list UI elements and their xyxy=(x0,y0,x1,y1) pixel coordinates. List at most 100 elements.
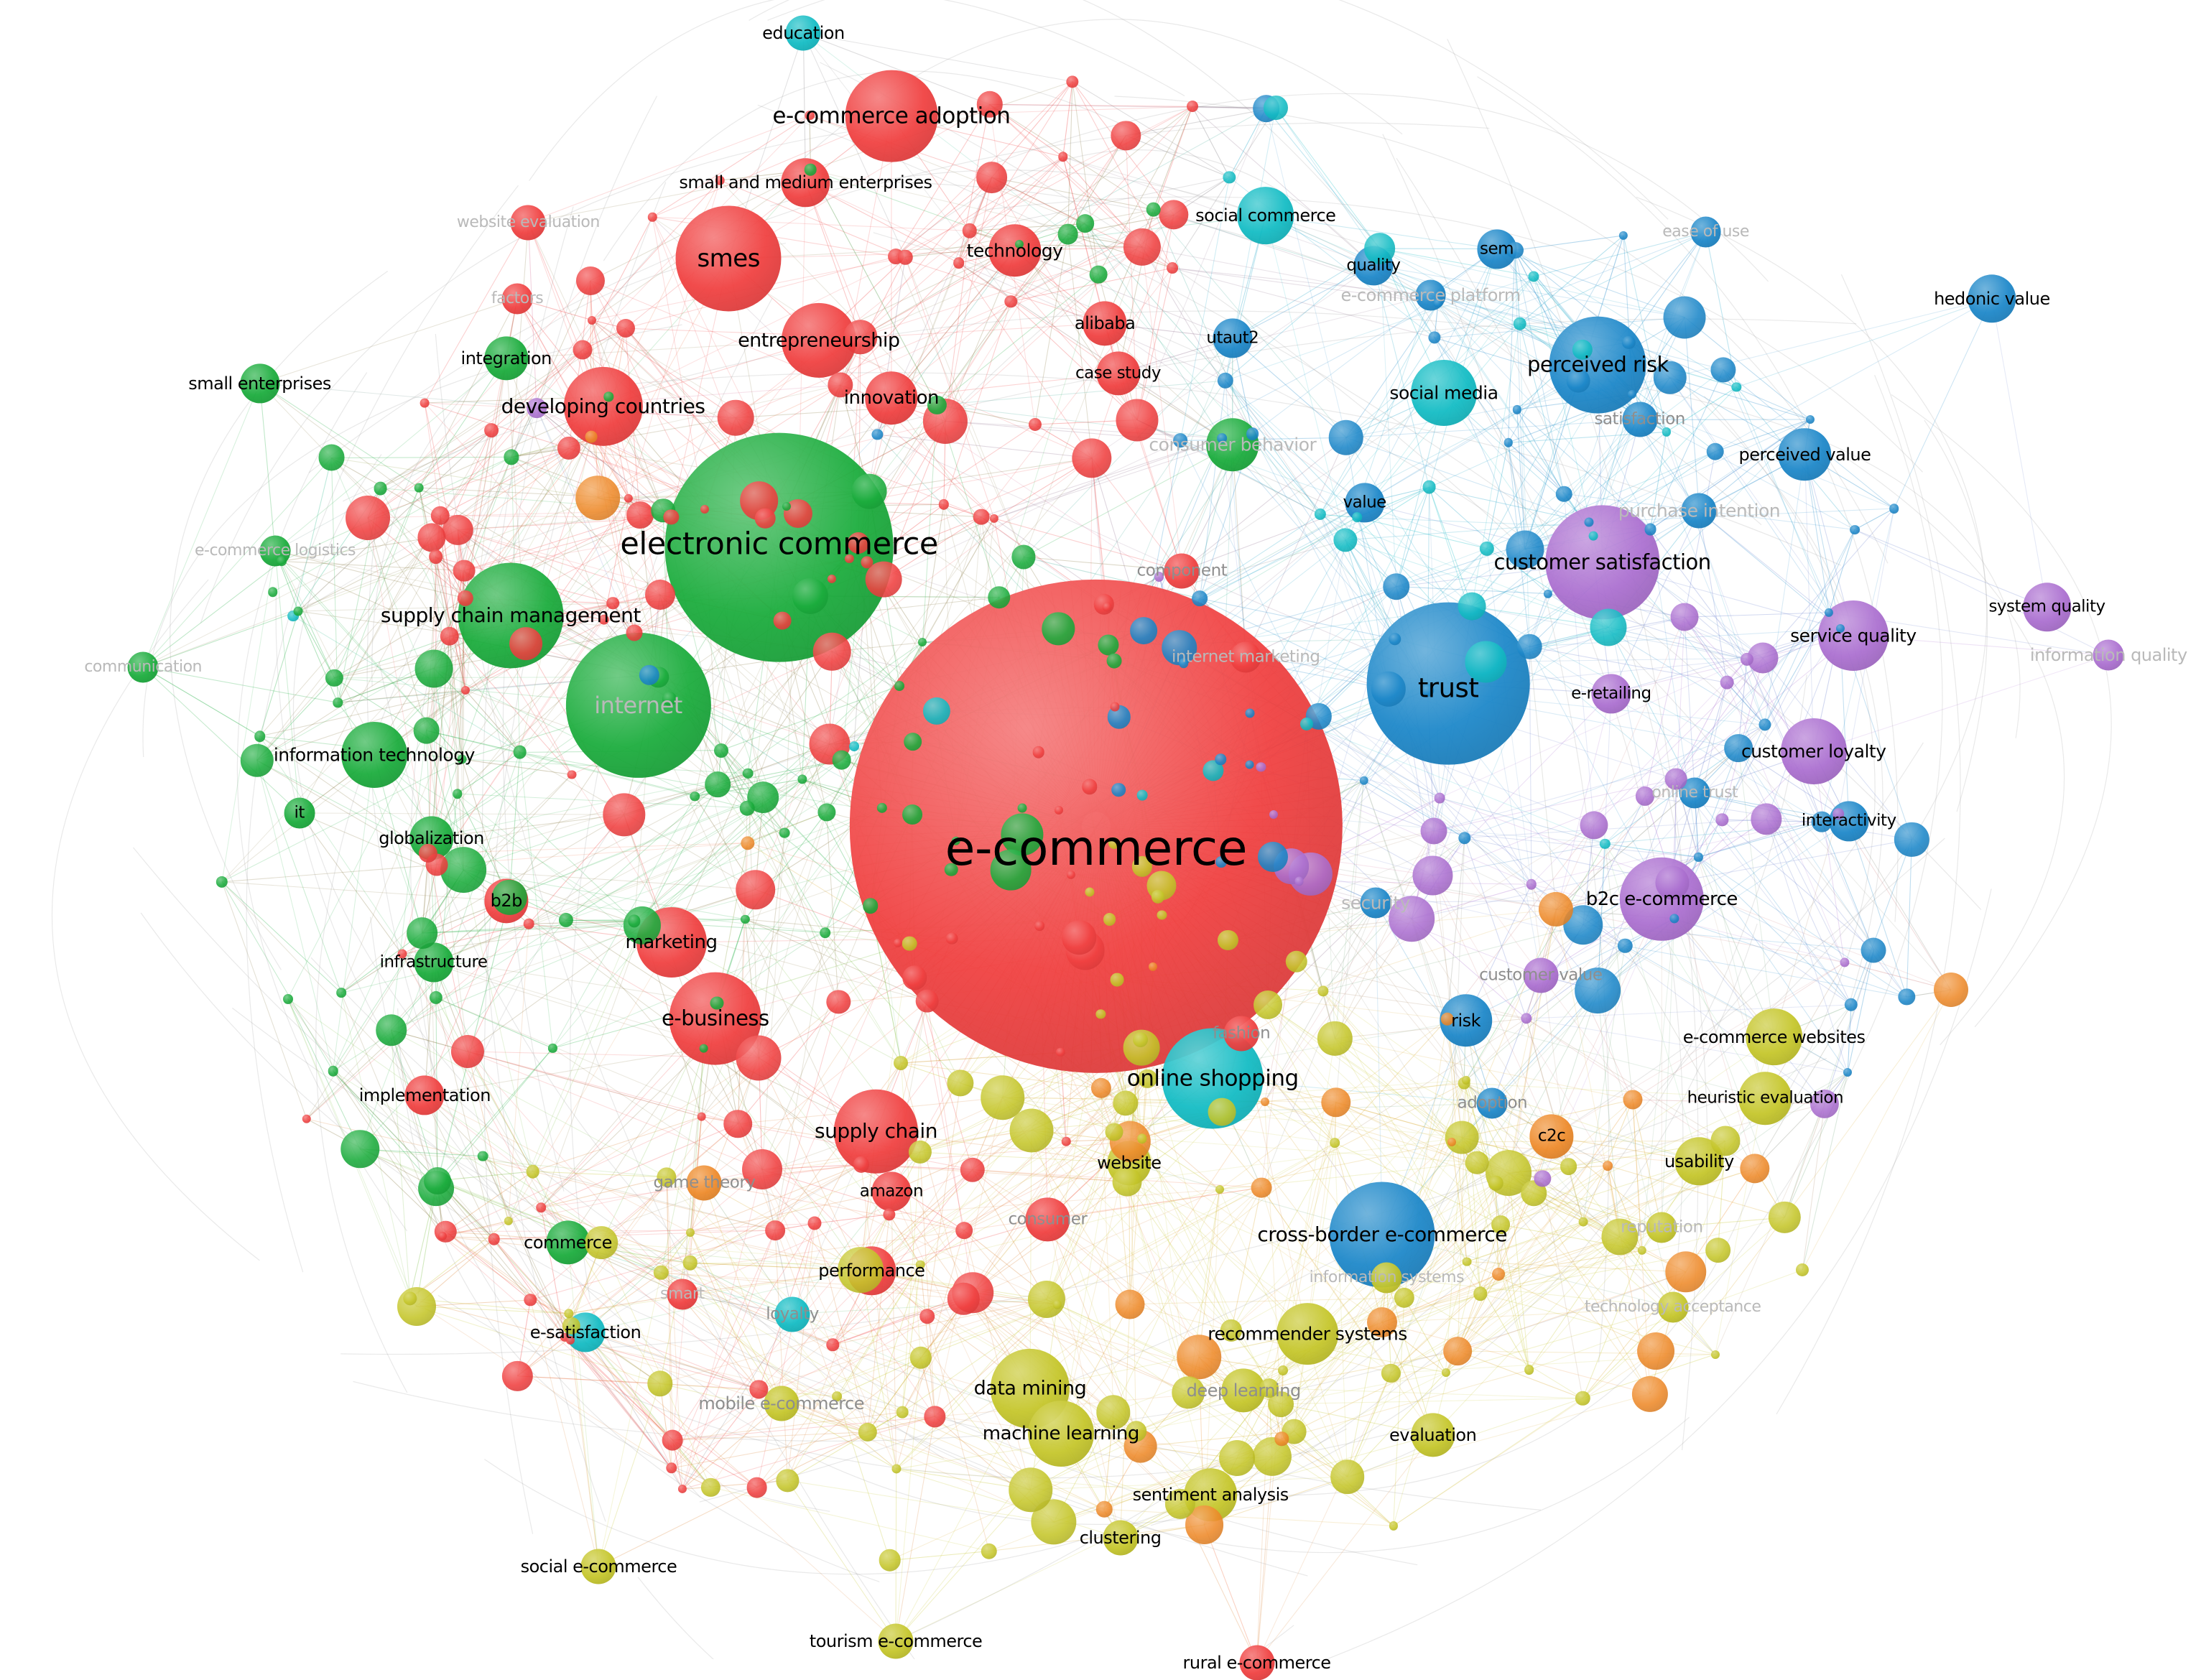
keyword-node-minor[interactable] xyxy=(558,913,573,927)
keyword-node[interactable] xyxy=(1224,1016,1259,1052)
keyword-node-minor[interactable] xyxy=(1413,856,1452,896)
keyword-node-minor[interactable] xyxy=(1172,1376,1205,1408)
keyword-node-minor[interactable] xyxy=(736,870,776,910)
keyword-node[interactable] xyxy=(1026,1197,1070,1241)
keyword-node-minor[interactable] xyxy=(294,606,303,616)
keyword-node-minor[interactable] xyxy=(1115,1289,1144,1319)
keyword-node-minor[interactable] xyxy=(1098,634,1119,655)
keyword-node-minor[interactable] xyxy=(1330,1459,1365,1494)
keyword-node-minor[interactable] xyxy=(1706,442,1724,460)
keyword-node-minor[interactable] xyxy=(1840,957,1849,967)
keyword-node-minor[interactable] xyxy=(1517,634,1542,659)
keyword-node-minor[interactable] xyxy=(484,423,499,437)
keyword-node-minor[interactable] xyxy=(1066,75,1078,88)
keyword-node[interactable] xyxy=(786,16,821,51)
keyword-node-minor[interactable] xyxy=(1028,1281,1065,1318)
keyword-node-minor[interactable] xyxy=(918,638,927,646)
keyword-node-minor[interactable] xyxy=(1217,433,1227,443)
keyword-node-minor[interactable] xyxy=(1352,512,1362,522)
keyword-node-minor[interactable] xyxy=(833,1391,843,1401)
keyword-node-minor[interactable] xyxy=(1009,1108,1053,1152)
keyword-node-minor[interactable] xyxy=(440,848,486,894)
keyword-node[interactable] xyxy=(1781,718,1847,784)
keyword-node-minor[interactable] xyxy=(1567,369,1590,393)
keyword-node[interactable] xyxy=(581,1549,616,1584)
keyword-node-minor[interactable] xyxy=(1428,332,1440,344)
keyword-node-minor[interactable] xyxy=(705,771,731,797)
keyword-node[interactable] xyxy=(546,1221,590,1265)
keyword-node-minor[interactable] xyxy=(626,624,642,641)
keyword-node-minor[interactable] xyxy=(852,474,887,509)
keyword-node-minor[interactable] xyxy=(1113,1090,1138,1115)
keyword-node-minor[interactable] xyxy=(1062,920,1097,955)
keyword-node-minor[interactable] xyxy=(981,1543,997,1559)
keyword-node-minor[interactable] xyxy=(1534,1170,1551,1187)
keyword-node-minor[interactable] xyxy=(1111,702,1120,712)
keyword-node[interactable] xyxy=(1657,1292,1688,1323)
keyword-node[interactable] xyxy=(1083,302,1126,345)
keyword-node[interactable] xyxy=(865,372,918,425)
keyword-node-minor[interactable] xyxy=(883,1208,895,1220)
keyword-node-minor[interactable] xyxy=(1359,776,1368,784)
keyword-node[interactable] xyxy=(2093,640,2124,671)
keyword-node-minor[interactable] xyxy=(1578,1217,1588,1227)
keyword-node[interactable] xyxy=(1739,1072,1792,1125)
keyword-node-minor[interactable] xyxy=(1694,853,1702,861)
keyword-node-minor[interactable] xyxy=(1628,390,1636,399)
keyword-node-minor[interactable] xyxy=(1665,768,1687,790)
keyword-node-minor[interactable] xyxy=(1656,865,1690,899)
keyword-node-minor[interactable] xyxy=(1665,1251,1706,1292)
keyword-node-minor[interactable] xyxy=(504,1217,512,1225)
keyword-node-minor[interactable] xyxy=(526,1165,539,1179)
keyword-node-minor[interactable] xyxy=(765,1220,785,1240)
keyword-node-minor[interactable] xyxy=(1492,1268,1505,1281)
keyword-node-minor[interactable] xyxy=(1812,812,1832,832)
keyword-node-minor[interactable] xyxy=(1740,1154,1769,1183)
keyword-node-minor[interactable] xyxy=(451,1035,484,1068)
keyword-node-minor[interactable] xyxy=(724,1110,753,1138)
keyword-node-minor[interactable] xyxy=(1618,939,1632,953)
keyword-node[interactable] xyxy=(879,1623,914,1658)
keyword-node-minor[interactable] xyxy=(1832,808,1844,820)
keyword-node-minor[interactable] xyxy=(1317,985,1328,996)
keyword-node[interactable] xyxy=(511,205,546,240)
keyword-node-minor[interactable] xyxy=(1458,832,1470,844)
keyword-node-minor[interactable] xyxy=(743,768,754,779)
keyword-node[interactable] xyxy=(1411,361,1477,427)
keyword-node-minor[interactable] xyxy=(1806,415,1815,424)
keyword-node-minor[interactable] xyxy=(1130,617,1157,644)
keyword-node-minor[interactable] xyxy=(1705,1238,1731,1263)
keyword-node[interactable] xyxy=(764,1386,799,1421)
keyword-node[interactable] xyxy=(1477,1088,1508,1119)
keyword-node-minor[interactable] xyxy=(1422,481,1436,494)
keyword-node-minor[interactable] xyxy=(504,450,519,465)
keyword-node-minor[interactable] xyxy=(1381,1364,1400,1383)
keyword-node-minor[interactable] xyxy=(1810,1090,1839,1118)
keyword-node-minor[interactable] xyxy=(1662,427,1671,436)
keyword-node-minor[interactable] xyxy=(606,597,619,610)
keyword-node-minor[interactable] xyxy=(1850,525,1860,535)
keyword-node-minor[interactable] xyxy=(951,836,960,845)
keyword-node-minor[interactable] xyxy=(1575,1391,1590,1406)
keyword-node-minor[interactable] xyxy=(1154,572,1164,582)
keyword-node-minor[interactable] xyxy=(461,686,470,695)
keyword-node-minor[interactable] xyxy=(710,996,724,1010)
keyword-node-minor[interactable] xyxy=(1544,589,1552,598)
keyword-node-minor[interactable] xyxy=(657,1167,677,1187)
keyword-node-minor[interactable] xyxy=(1076,215,1095,233)
keyword-node-minor[interactable] xyxy=(1421,818,1447,845)
keyword-node-minor[interactable] xyxy=(616,319,635,338)
keyword-node-minor[interactable] xyxy=(1506,530,1544,568)
keyword-node-minor[interactable] xyxy=(1601,1219,1638,1256)
keyword-node-minor[interactable] xyxy=(318,445,345,471)
keyword-node[interactable] xyxy=(1103,1521,1138,1556)
keyword-node-minor[interactable] xyxy=(575,475,620,520)
keyword-node-minor[interactable] xyxy=(1096,1396,1130,1429)
keyword-node-minor[interactable] xyxy=(1521,1013,1532,1024)
keyword-node-minor[interactable] xyxy=(1711,357,1736,382)
keyword-node-minor[interactable] xyxy=(832,751,851,770)
keyword-node-minor[interactable] xyxy=(453,560,475,582)
keyword-node-minor[interactable] xyxy=(1111,121,1141,150)
keyword-node-minor[interactable] xyxy=(1055,806,1063,815)
keyword-node-minor[interactable] xyxy=(1034,922,1044,932)
